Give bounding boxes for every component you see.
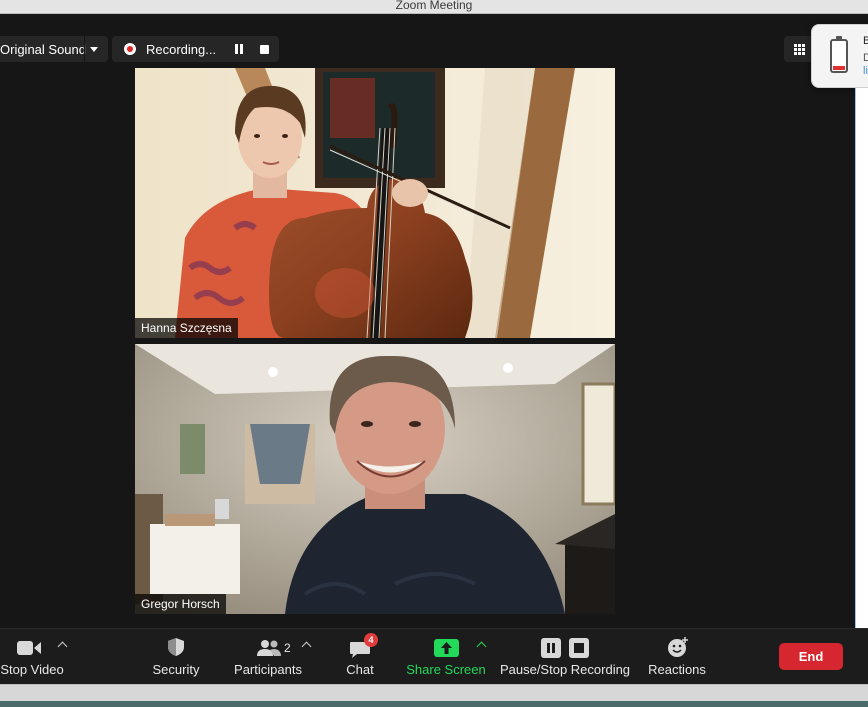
reactions-button[interactable]: Reactions	[644, 629, 710, 685]
original-sound-label: Original Sound	[0, 41, 86, 57]
share-screen-label: Share Screen	[406, 662, 486, 677]
gallery-view-button[interactable]	[784, 36, 814, 62]
notification-body: D	[863, 52, 868, 64]
background-window-edge	[855, 88, 868, 642]
pause-stop-recording-button[interactable]: Pause/Stop Recording	[498, 629, 632, 685]
record-icon	[124, 43, 136, 55]
pause-stop-recording-label: Pause/Stop Recording	[499, 662, 631, 677]
stop-video-label: Stop Video	[0, 662, 64, 677]
participant-name-label: Gregor Horsch	[135, 594, 226, 614]
security-button[interactable]: Security	[140, 629, 212, 685]
divider	[84, 36, 85, 62]
participants-icon	[257, 640, 281, 656]
chevron-down-icon[interactable]	[90, 47, 98, 52]
shield-icon	[168, 638, 184, 656]
window-title: Zoom Meeting	[395, 0, 473, 12]
video-tile-hanna[interactable]: Hanna Szczęsna	[135, 68, 615, 338]
chat-unread-badge: 4	[364, 633, 378, 647]
window-titlebar: Zoom Meeting	[0, 0, 868, 14]
chat-button[interactable]: 4 Chat	[336, 629, 384, 685]
recording-indicator: Recording...	[112, 36, 279, 62]
video-feed-cellist	[135, 68, 615, 338]
participants-label: Participants	[234, 662, 302, 677]
smiley-add-icon	[668, 637, 688, 657]
pause-recording-icon[interactable]	[234, 44, 244, 54]
grid-icon	[794, 44, 805, 55]
recording-label: Recording...	[146, 41, 217, 57]
chat-label: Chat	[346, 662, 374, 677]
desktop-background-strip	[0, 684, 868, 707]
share-screen-icon	[434, 639, 459, 657]
participants-count: 2	[284, 641, 291, 655]
security-label: Security	[152, 662, 200, 677]
participant-name-label: Hanna Szczęsna	[135, 318, 238, 338]
video-camera-icon	[17, 641, 41, 655]
stop-video-button[interactable]: Stop Video	[0, 629, 74, 685]
participants-button[interactable]: 2 Participants	[228, 629, 308, 685]
end-meeting-button[interactable]: End	[779, 643, 843, 670]
reactions-label: Reactions	[648, 662, 706, 677]
notification-title: B	[863, 35, 868, 47]
meeting-stage: Original Sound Recording... Hanna Szczęs…	[0, 14, 868, 642]
dock-edge	[0, 701, 868, 707]
video-tile-gregor[interactable]: Gregor Horsch	[135, 344, 615, 614]
meeting-toolbar: Stop Video Security 2 Participants 4 Cha…	[0, 628, 868, 684]
stop-recording-icon[interactable]	[260, 45, 269, 54]
pause-stop-icon	[541, 638, 589, 658]
share-screen-button[interactable]: Share Screen	[404, 629, 488, 685]
video-feed-man	[135, 344, 615, 614]
notification-link: li	[863, 65, 868, 77]
battery-low-icon	[830, 36, 848, 73]
original-sound-button[interactable]: Original Sound	[0, 36, 108, 62]
battery-notification[interactable]: B D li	[811, 24, 868, 88]
